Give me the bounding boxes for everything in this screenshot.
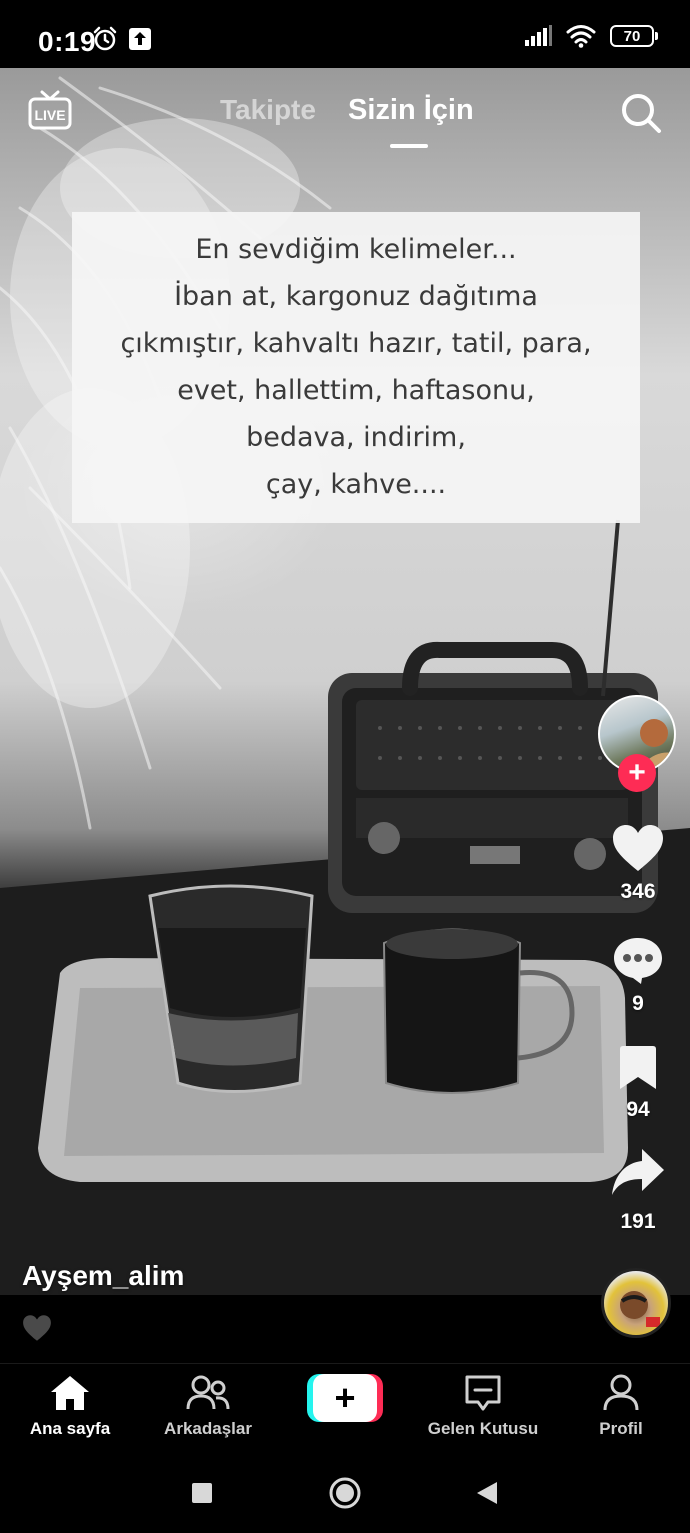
share-button[interactable]: 191 [596,1147,680,1234]
caption-line: İban at, kargonuz dağıtıma [174,281,538,312]
recent-apps-icon[interactable] [191,1482,213,1504]
live-label: LIVE [34,107,65,123]
status-left-icons [92,26,152,52]
profile-icon [603,1374,639,1411]
search-button[interactable] [620,92,662,139]
tab-profile-label: Profil [599,1419,643,1438]
video-text-overlay: En sevdiğim kelimeler... İban at, kargon… [72,212,640,523]
author-username[interactable]: Ayşem_alim [22,1260,184,1292]
tab-for-you[interactable]: Sizin İçin [348,94,474,127]
top-nav: LIVE Takipte Sizin İçin [0,68,690,158]
wifi-icon [566,25,596,48]
bottom-tab-bar: Ana sayfa Arkadaşlar + Gelen Kutusu Prof… [0,1363,690,1458]
alarm-icon [93,26,117,51]
status-bar: 0:19 70 [0,0,690,68]
bookmark-icon [620,1046,656,1089]
caption-line: bedava, indirim, [246,422,466,453]
music-disc[interactable] [601,1268,671,1338]
friends-icon [186,1375,230,1410]
follow-button[interactable]: + [618,754,656,792]
like-count: 346 [620,880,656,903]
caption-line: En sevdiğim kelimeler... [195,234,517,265]
save-button[interactable]: 94 [596,1045,680,1122]
tab-friends-label: Arkadaşlar [164,1419,252,1438]
battery-level: 70 [623,27,641,45]
like-button[interactable]: 346 [596,823,680,904]
heart-icon [613,825,663,871]
home-icon [51,1376,89,1410]
music-cover-image [620,1291,660,1327]
status-right-icons: 70 [524,24,658,48]
signal-icon [525,25,552,46]
create-button[interactable]: + [307,1374,383,1422]
live-button[interactable]: LIVE [28,90,72,135]
comment-icon [614,938,662,984]
upload-icon [129,28,151,50]
tab-home-label: Ana sayfa [29,1419,111,1438]
tab-inbox[interactable]: Gelen Kutusu [413,1374,553,1439]
system-nav-bar [0,1458,690,1533]
plus-icon: + [628,756,646,789]
share-arrow-icon [612,1149,664,1195]
tab-profile[interactable]: Profil [551,1374,690,1439]
small-heart-icon [23,1315,51,1341]
search-icon [622,94,661,133]
caption-line: çıkmıştır, kahvaltı hazır, tatil, para, [120,328,592,359]
caption-line: evet, hallettim, haftasonu, [177,375,535,406]
caption-strip [0,1295,690,1363]
create-icon: + [313,1374,377,1422]
inbox-icon [465,1375,501,1411]
tab-friends[interactable]: Arkadaşlar [138,1374,278,1439]
share-count: 191 [620,1210,656,1233]
save-count: 94 [626,1098,650,1121]
tab-inbox-label: Gelen Kutusu [427,1419,539,1438]
liked-by-indicator [22,1314,52,1347]
comment-count: 9 [632,992,644,1015]
back-icon[interactable] [475,1480,499,1506]
active-tab-indicator [390,144,428,148]
live-tv-icon: LIVE [28,90,72,130]
home-circle-icon[interactable] [328,1476,362,1510]
tab-following[interactable]: Takipte [220,94,316,126]
comment-button[interactable]: 9 [596,935,680,1016]
tab-home[interactable]: Ana sayfa [0,1374,140,1439]
caption-line: çay, kahve.... [265,469,447,500]
status-time: 0:19 [38,26,97,57]
battery-icon: 70 [610,25,658,47]
